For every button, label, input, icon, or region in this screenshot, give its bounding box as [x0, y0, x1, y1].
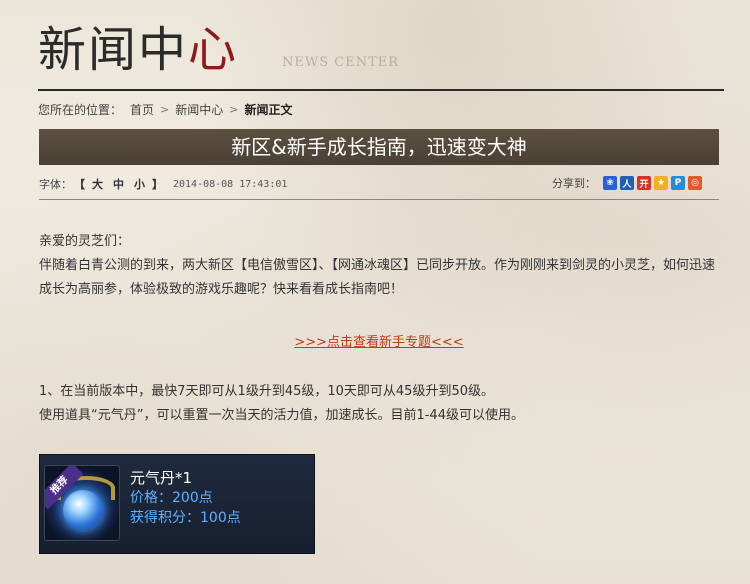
breadcrumb-home-link[interactable]: 首页	[130, 101, 154, 118]
font-size-medium-button[interactable]: 中	[113, 176, 124, 192]
share-label: 分享到：	[552, 177, 596, 190]
article-title: 新区&新手成长指南，迅速变大神	[39, 129, 719, 165]
qzone-icon[interactable]: ★	[654, 176, 668, 190]
font-size-small-button[interactable]: 小	[134, 176, 145, 192]
page-subtitle: NEWS CENTER	[282, 55, 400, 70]
item-points: 获得积分：100点	[130, 510, 241, 526]
article-point-1: 1、在当前版本中，最快7天即可从1级升到45级，10天即可从45级升到50级。	[39, 384, 494, 399]
font-bracket-open: 【	[74, 178, 85, 191]
chevron-right-icon: >	[160, 103, 170, 116]
article-section-1: 1、在当前版本中，最快7天即可从1级升到45级，10天即可从45级升到50级。 …	[39, 380, 719, 428]
font-size-controls: 字体： 【 大 中 小 】 2014-08-08 17:43:01	[39, 176, 287, 192]
font-size-label: 字体：	[39, 178, 72, 191]
font-bracket-close: 】	[152, 178, 163, 191]
pengyou-icon[interactable]: P	[671, 176, 685, 190]
breadcrumb-current: 新闻正文	[244, 103, 293, 117]
orb-icon	[63, 490, 103, 530]
chevron-right-icon: >	[229, 103, 239, 116]
page-title: 新闻中心	[38, 10, 238, 80]
item-icon: 推荐	[44, 465, 120, 541]
item-card: 推荐 元气丹*1 价格：200点 获得积分：100点	[39, 454, 315, 554]
breadcrumb-news-center-link[interactable]: 新闻中心	[175, 101, 223, 118]
renren-icon[interactable]: 人	[620, 176, 634, 190]
article-point-1-detail: 使用道具“元气丹”，可以重置一次当天的活力值，加速成长。目前1-44级可以使用。	[39, 408, 524, 423]
item-price: 价格：200点	[130, 490, 213, 506]
page-title-main: 新闻中	[38, 22, 189, 78]
article-intro-text: 伴随着白青公测的到来，两大新区【电信傲雪区】、【网通冰魂区】已同步开放。作为刚刚…	[39, 258, 716, 297]
kaixin-icon[interactable]: 开	[637, 176, 651, 190]
article-greeting: 亲爱的灵芝们：	[39, 234, 131, 249]
article-meta: 字体： 【 大 中 小 】 2014-08-08 17:43:01 分享到： ❀…	[39, 176, 719, 192]
font-size-large-button[interactable]: 大	[92, 176, 103, 192]
header-divider	[38, 89, 724, 91]
page-title-accent: 心	[188, 22, 239, 78]
article-timestamp: 2014-08-08 17:43:01	[173, 178, 288, 190]
meta-divider	[39, 199, 719, 200]
newbie-topic-link[interactable]: >>>点击查看新手专题<<<	[294, 335, 463, 350]
share-bar: 分享到： ❀ 人 开 ★ P ◎	[552, 175, 702, 191]
baidu-icon[interactable]: ❀	[603, 176, 617, 190]
breadcrumb: 您所在的位置： 首页 > 新闻中心 > 新闻正文	[38, 101, 293, 118]
article-intro: 亲爱的灵芝们： 伴随着白青公测的到来，两大新区【电信傲雪区】、【网通冰魂区】已同…	[39, 230, 719, 302]
weibo-icon[interactable]: ◎	[688, 176, 702, 190]
topic-link-row: >>>点击查看新手专题<<<	[39, 331, 719, 350]
item-name: 元气丹*1	[130, 469, 193, 487]
breadcrumb-label: 您所在的位置：	[38, 103, 123, 117]
